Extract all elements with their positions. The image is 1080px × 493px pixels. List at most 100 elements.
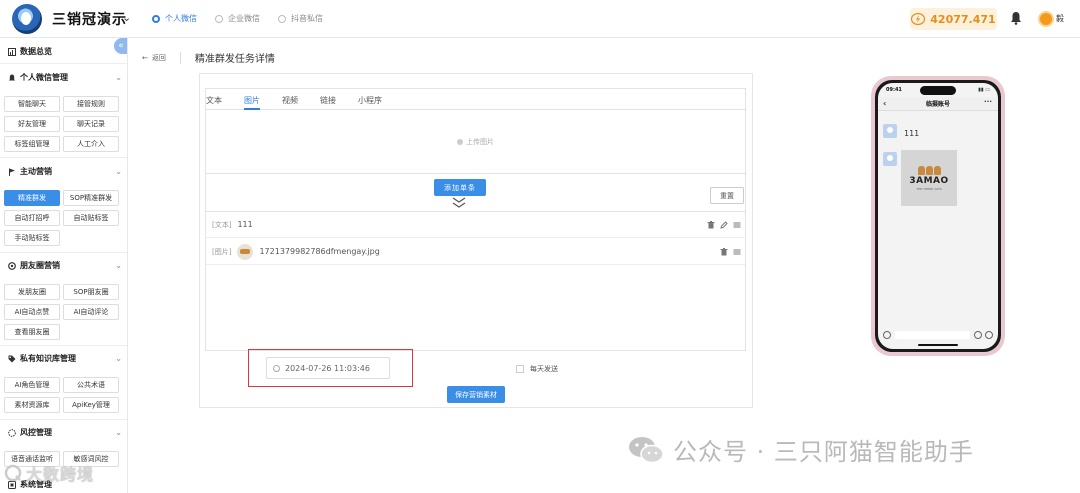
sidebar-section-active-marketing[interactable]: 主动营销 ⌄: [8, 166, 124, 177]
item-type-tag: [文本]: [212, 220, 232, 229]
double-chevron-down-icon[interactable]: [452, 197, 466, 209]
chat-input-bar: [878, 329, 998, 341]
sidebar-item-apikey-management[interactable]: ApiKey管理: [63, 397, 119, 413]
balance-badge[interactable]: 42077.471: [910, 8, 997, 30]
send-time-input[interactable]: 2024-07-26 11:03:46: [266, 357, 390, 379]
sidebar-section-risk-control[interactable]: 风控管理 ⌄: [8, 427, 124, 438]
app-logo[interactable]: [12, 4, 42, 34]
section-title: 个人微信管理: [20, 73, 68, 82]
chat-input-field[interactable]: [895, 331, 970, 339]
user-avatar[interactable]: [1038, 11, 1054, 27]
reset-button[interactable]: 重置: [710, 187, 744, 204]
sidebar-section-knowledge-base[interactable]: 私有知识库管理 ⌄: [8, 353, 124, 364]
voice-icon[interactable]: [883, 331, 891, 339]
sidebar-item-post-moments[interactable]: 发朋友圈: [4, 284, 60, 300]
send-time-value: 2024-07-26 11:03:46: [285, 363, 370, 373]
divider: [179, 51, 181, 64]
add-single-button[interactable]: 添加单条: [434, 179, 486, 196]
breadcrumb: ← 返回 精准群发任务详情: [142, 50, 275, 65]
tab-video[interactable]: 视频: [282, 89, 298, 109]
sidebar-section-personal-wechat[interactable]: 个人微信管理 ⌄: [8, 72, 124, 83]
sidebar-item-takeover-rules[interactable]: 接管规则: [63, 96, 119, 112]
daily-send-checkbox[interactable]: [516, 365, 524, 373]
drag-handle-icon[interactable]: [733, 221, 741, 229]
back-button[interactable]: ← 返回: [142, 53, 166, 63]
sidebar-item-friend-management[interactable]: 好友管理: [4, 116, 60, 132]
item-content: 111: [237, 220, 253, 229]
cat-icon: [917, 165, 925, 175]
upload-image-area[interactable]: 上传图片: [206, 111, 745, 173]
sidebar-item-ai-roles[interactable]: AI角色管理: [4, 377, 60, 393]
chevron-left-icon[interactable]: ‹: [883, 99, 886, 108]
tab-text[interactable]: 文本: [206, 89, 222, 109]
sidebar-section-moments[interactable]: 朋友圈营销 ⌄: [8, 260, 124, 271]
radio-icon: [152, 14, 160, 23]
item-content: 1721379982786dfmengay.jpg: [259, 247, 380, 256]
collapse-sidebar-icon[interactable]: «: [114, 38, 127, 54]
top-header: 三销冠演示 ⌄ 个人微信 企业微信 抖音私信 42077.471 毅: [0, 0, 1080, 38]
sidebar-item-material-library[interactable]: 素材资源库: [4, 397, 60, 413]
watermark-brand: 大数跨境: [4, 461, 94, 485]
sidebar-item-auto-tag[interactable]: 自动贴标签: [63, 210, 119, 226]
account-tab-douyin[interactable]: 抖音私信: [278, 13, 323, 24]
bell-icon[interactable]: [1010, 11, 1022, 25]
sidebar-item-ai-auto-comment[interactable]: AI自动评论: [63, 304, 119, 320]
sidebar-item-sop-moments[interactable]: SOP朋友圈: [63, 284, 119, 300]
more-icon[interactable]: ···: [984, 98, 992, 106]
divider: [0, 252, 127, 253]
daily-send-option[interactable]: 每天发送: [516, 364, 558, 374]
tab-link[interactable]: 链接: [320, 89, 336, 109]
item-type-tag: [图片]: [212, 247, 232, 256]
sub-menu: AI角色管理 公共术语 素材资源库 ApiKey管理: [4, 377, 120, 413]
radio-icon: [278, 14, 286, 23]
sidebar-item-auto-greet[interactable]: 自动打招呼: [4, 210, 60, 226]
tab-image[interactable]: 图片: [244, 89, 260, 110]
divider: [0, 157, 127, 158]
home-indicator: [918, 344, 958, 346]
app-title[interactable]: 三销冠演示: [52, 9, 127, 29]
chevron-down-icon[interactable]: ⌄: [122, 11, 131, 24]
watermark-text: 公众号 · 三只阿猫智能助手: [673, 438, 974, 466]
flag-icon: [9, 168, 15, 176]
plus-icon[interactable]: [985, 331, 993, 339]
aperture-icon: [8, 261, 16, 270]
save-material-button[interactable]: 保存营销素材: [447, 386, 505, 403]
sidebar-item-sop-broadcast[interactable]: SOP精准群发: [63, 190, 119, 206]
wechat-icon: [629, 436, 664, 463]
sidebar-item-manual-tag[interactable]: 手动贴标签: [4, 230, 60, 246]
trash-icon[interactable]: [707, 220, 715, 229]
chevron-down-icon: ⌄: [115, 354, 122, 363]
sub-menu: 智能聊天 接管规则 好友管理 聊天记录 标签组管理 人工介入: [4, 96, 120, 152]
account-tab-personal-wechat[interactable]: 个人微信: [152, 13, 197, 24]
bell-icon: [8, 74, 16, 80]
cat-icon: [925, 165, 933, 175]
tag-icon: [8, 355, 16, 362]
section-title: 私有知识库管理: [20, 354, 76, 363]
user-name[interactable]: 毅: [1056, 13, 1064, 24]
dynamic-island: [920, 86, 956, 95]
edit-icon[interactable]: [720, 220, 728, 229]
phone-preview: 09:41 ▮▮ ▭ ‹ 临摄账号 ··· 111 3AMAO THE THRE…: [871, 76, 1005, 356]
drag-handle-icon[interactable]: [733, 248, 741, 256]
sidebar-item-precise-broadcast[interactable]: 精准群发: [4, 190, 60, 206]
sidebar-item-label: 数据总览: [20, 47, 52, 56]
sidebar-item-public-terms[interactable]: 公共术语: [63, 377, 119, 393]
sidebar-item-smart-chat[interactable]: 智能聊天: [4, 96, 60, 112]
signal-battery-icon: ▮▮ ▭: [978, 87, 990, 93]
tab-mini-program[interactable]: 小程序: [358, 89, 382, 109]
sidebar-item-ai-auto-like[interactable]: AI自动点赞: [4, 304, 60, 320]
phone-bezel: 09:41 ▮▮ ▭ ‹ 临摄账号 ··· 111 3AMAO THE THRE…: [875, 80, 1001, 352]
sidebar-item-view-moments[interactable]: 查看朋友圈: [4, 324, 60, 340]
sidebar-item-manual-intervention[interactable]: 人工介入: [63, 136, 119, 152]
sidebar-item-overview[interactable]: 数据总览: [8, 46, 52, 57]
account-tab-enterprise-wechat[interactable]: 企业微信: [215, 13, 260, 24]
lightning-coin-icon: [911, 13, 926, 25]
phone-screen: 09:41 ▮▮ ▭ ‹ 临摄账号 ··· 111 3AMAO THE THRE…: [878, 83, 998, 349]
sidebar-item-tag-groups[interactable]: 标签组管理: [4, 136, 60, 152]
trash-icon[interactable]: [720, 247, 728, 256]
account-tab-label: 抖音私信: [291, 14, 323, 23]
emoji-icon[interactable]: [974, 331, 982, 339]
sidebar-item-chat-records[interactable]: 聊天记录: [63, 116, 119, 132]
divider: [0, 63, 127, 64]
chat-image-message: 3AMAO THE THREE CATS: [901, 150, 957, 206]
